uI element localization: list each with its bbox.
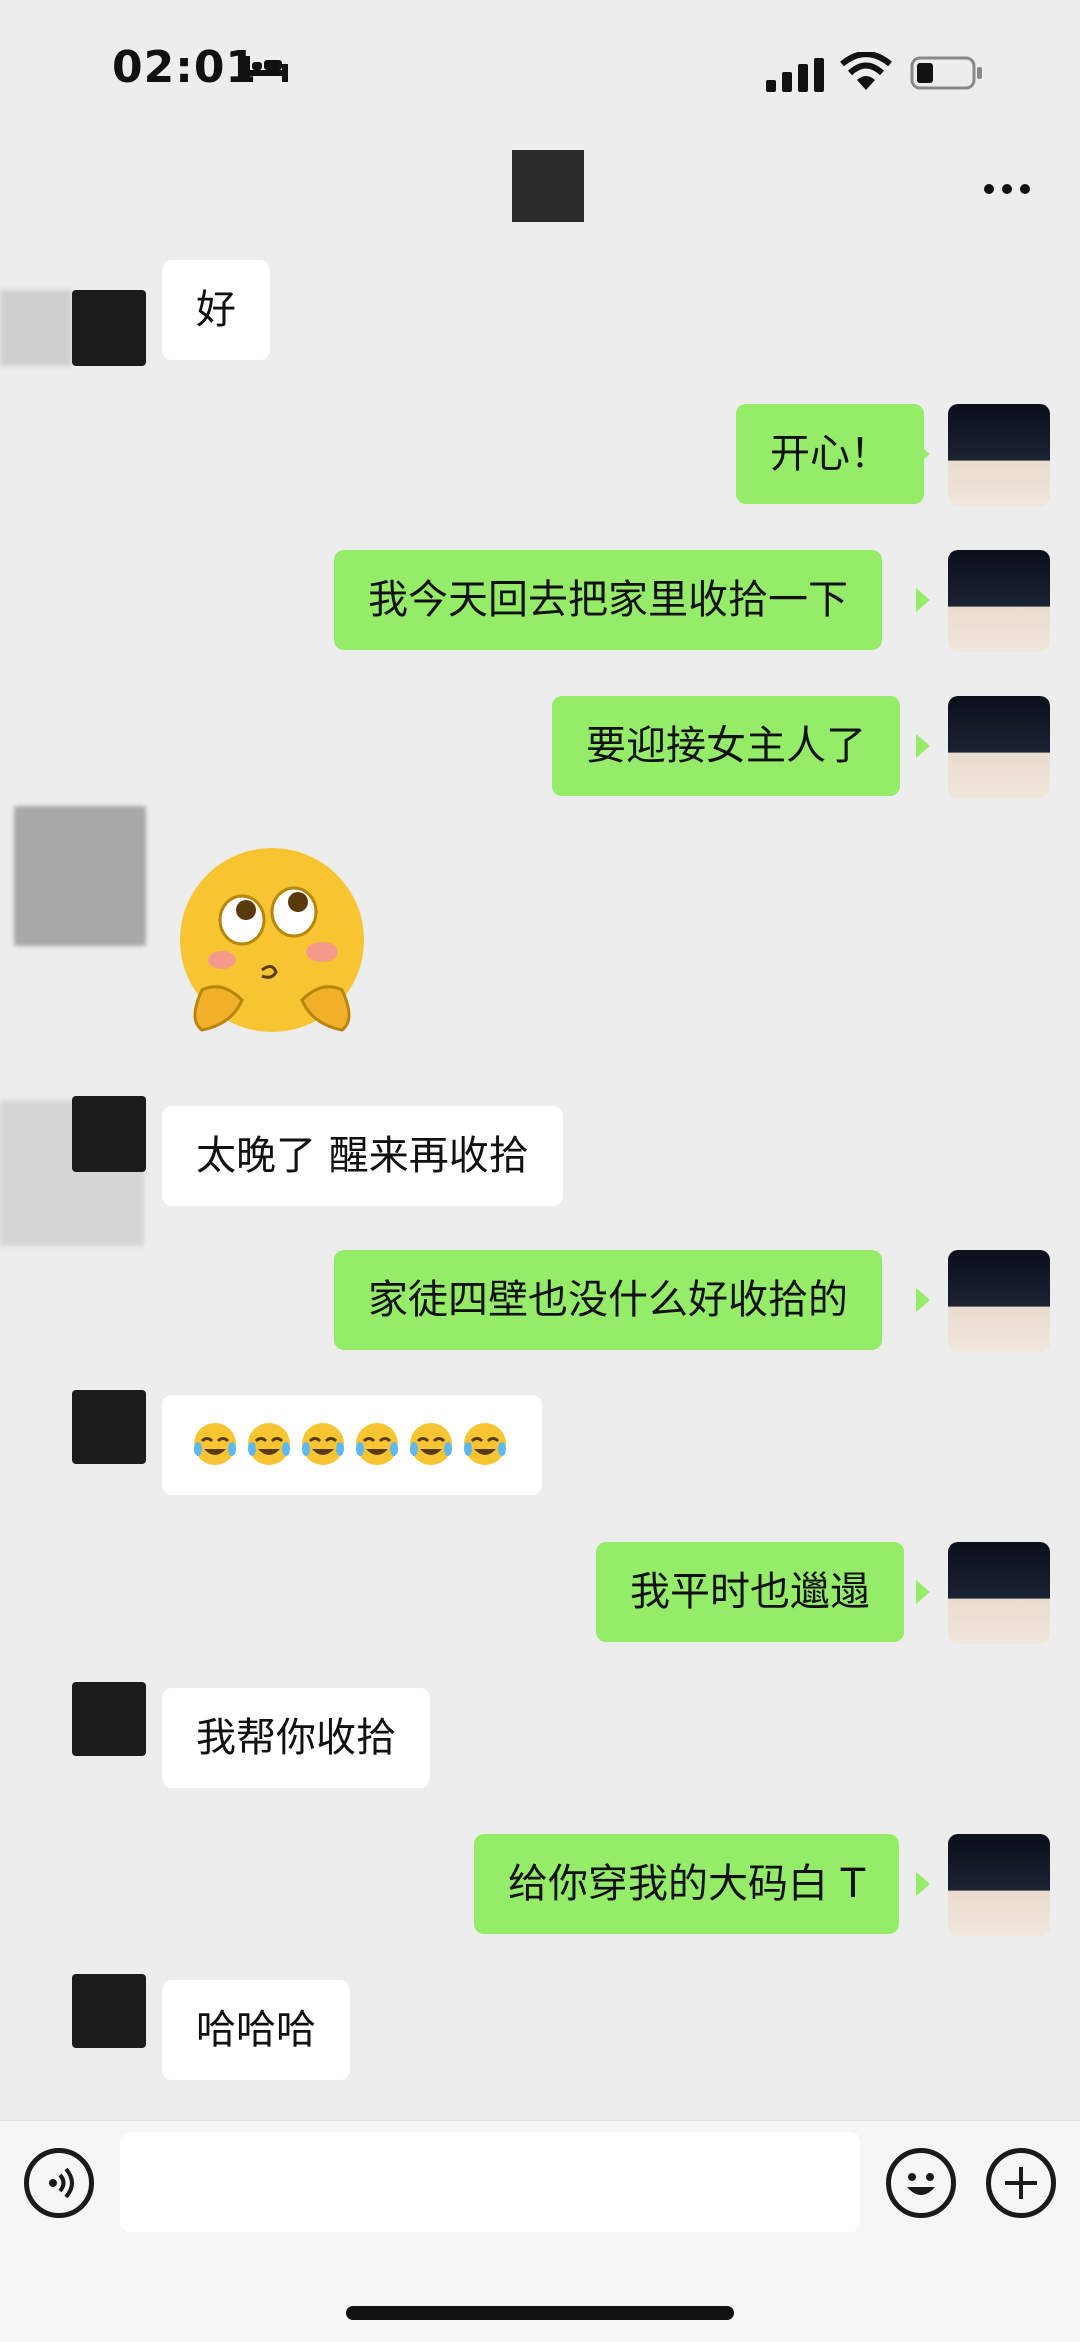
message-bubble-me[interactable]: 开心！ [736,404,924,504]
message-text: 给你穿我的大码白 T [508,1861,866,1907]
blushing-emoji-sticker[interactable] [172,840,372,1050]
message-text: 要迎接女主人了 [586,723,866,769]
message-bubble-me[interactable]: 家徒四壁也没什么好收拾的 [334,1250,882,1350]
message-text: 我帮你收拾 [196,1715,396,1761]
message-text: 家徒四壁也没什么好收拾的 [368,1277,848,1323]
message-bubble-me[interactable]: 给你穿我的大码白 T [474,1834,900,1934]
message-bubble-me[interactable]: 我今天回去把家里收拾一下 [334,550,882,650]
message-bubble-other[interactable] [162,1395,542,1495]
avatar-me[interactable] [948,1834,1050,1936]
emoji-button[interactable] [886,2148,956,2218]
cellular-signal-icon [766,58,824,92]
wifi-icon [840,52,892,90]
status-time: 02:01 [112,42,258,93]
voice-icon [49,2167,74,2199]
message-text: 太晚了 醒来再收拾 [196,1133,529,1179]
bubble-tail [916,1288,930,1312]
blurred-area [0,290,72,366]
more-options-icon[interactable] [982,180,1032,198]
avatar-other[interactable] [72,290,146,366]
plus-icon [1005,2167,1037,2199]
avatar-other[interactable] [72,1390,146,1464]
message-text: 哈哈哈 [196,2007,316,2053]
bubble-tail [916,734,930,758]
voice-input-button[interactable] [24,2148,94,2218]
avatar-me[interactable] [948,404,1050,506]
more-functions-button[interactable] [986,2148,1056,2218]
message-text: 我平时也邋遢 [630,1569,870,1615]
crying-laughing-emoji-icon [356,1423,398,1465]
crying-laughing-emoji-icon [464,1423,506,1465]
message-bubble-other[interactable]: 哈哈哈 [162,1980,350,2080]
blurred-area [14,806,146,946]
bubble-tail [916,1580,930,1604]
crying-laughing-emoji-icon [410,1423,452,1465]
crying-laughing-emoji-icon [194,1423,236,1465]
avatar-me[interactable] [948,1250,1050,1352]
battery-icon [910,56,982,90]
bubble-tail [916,1872,930,1896]
message-text: 开心！ [770,431,890,477]
sleep-mode-icon [244,56,288,82]
avatar-other[interactable] [72,1974,146,2048]
message-bubble-me[interactable]: 我平时也邋遢 [596,1542,904,1642]
avatar-me[interactable] [948,696,1050,798]
message-input[interactable] [120,2132,860,2232]
message-bubble-other[interactable]: 太晚了 醒来再收拾 [162,1106,563,1206]
message-text: 我今天回去把家里收拾一下 [368,577,848,623]
message-bubble-other[interactable]: 好 [162,260,270,360]
avatar-other[interactable] [72,1682,146,1756]
home-indicator[interactable] [346,2306,734,2320]
bubble-tail [916,588,930,612]
status-bar: 02:01 [0,0,1080,140]
message-text: 好 [196,287,236,333]
avatar-other[interactable] [72,1096,146,1172]
avatar-me[interactable] [948,550,1050,652]
smiley-icon [907,2173,935,2195]
avatar-me[interactable] [948,1542,1050,1644]
bubble-tail [916,442,930,466]
message-bubble-me[interactable]: 要迎接女主人了 [552,696,900,796]
crying-laughing-emoji-icon [302,1423,344,1465]
crying-laughing-emoji-icon [248,1423,290,1465]
contact-avatar[interactable] [512,150,584,222]
message-bubble-other[interactable]: 我帮你收拾 [162,1688,430,1788]
